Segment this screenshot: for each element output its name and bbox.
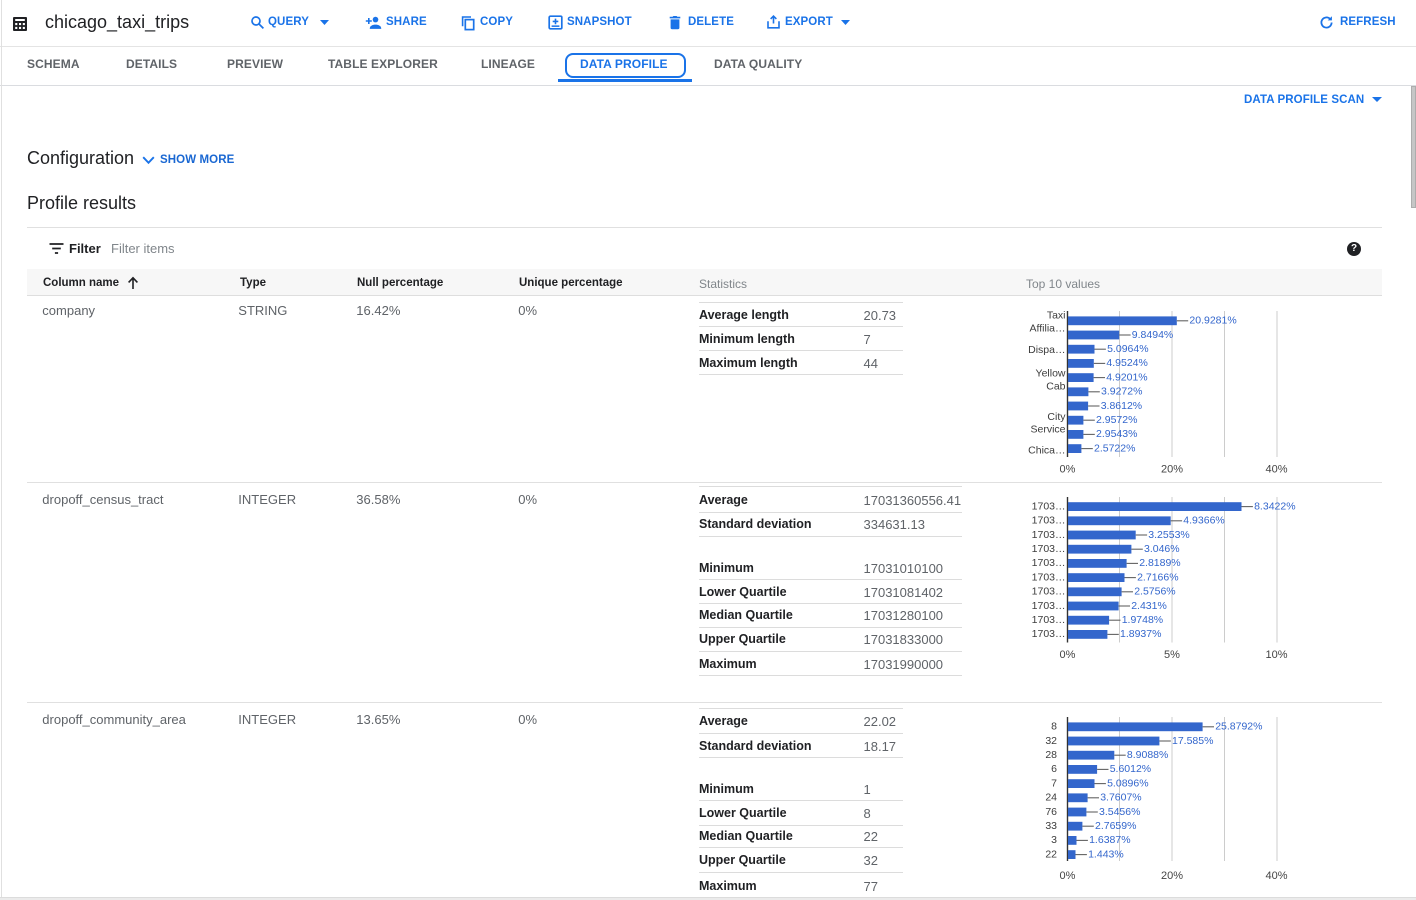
svg-text:20%: 20%	[1161, 870, 1183, 882]
svg-text:32: 32	[1045, 735, 1057, 747]
svg-text:5.0964%: 5.0964%	[1107, 343, 1148, 355]
svg-text:2.7659%: 2.7659%	[1095, 820, 1136, 832]
svg-text:17.585%: 17.585%	[1172, 735, 1213, 747]
svg-text:Dispa…: Dispa…	[1028, 344, 1065, 356]
svg-text:1703…: 1703…	[1032, 600, 1066, 612]
svg-text:1703…: 1703…	[1032, 543, 1066, 555]
svg-text:10%: 10%	[1265, 649, 1287, 661]
svg-text:3.5456%: 3.5456%	[1099, 806, 1140, 818]
svg-text:Affilia…: Affilia…	[1030, 323, 1066, 335]
svg-text:2.5722%: 2.5722%	[1094, 442, 1135, 454]
svg-text:1703…: 1703…	[1032, 500, 1066, 512]
svg-text:40%: 40%	[1265, 870, 1287, 882]
svg-text:1703…: 1703…	[1032, 614, 1066, 626]
svg-text:1.8937%: 1.8937%	[1120, 628, 1161, 640]
svg-text:2.431%: 2.431%	[1131, 600, 1167, 612]
svg-text:5.6012%: 5.6012%	[1110, 763, 1151, 775]
svg-text:1.9748%: 1.9748%	[1122, 614, 1163, 626]
svg-text:4.9524%: 4.9524%	[1106, 357, 1147, 369]
svg-text:7: 7	[1051, 777, 1057, 789]
svg-text:3.7607%: 3.7607%	[1100, 792, 1141, 804]
svg-text:1703…: 1703…	[1032, 515, 1066, 527]
svg-text:2.9572%: 2.9572%	[1096, 414, 1137, 426]
svg-text:25.8792%: 25.8792%	[1215, 721, 1262, 733]
svg-text:22: 22	[1045, 848, 1057, 860]
svg-text:0%: 0%	[1060, 464, 1076, 476]
svg-text:Chica…: Chica…	[1028, 444, 1065, 456]
svg-text:1703…: 1703…	[1032, 557, 1066, 569]
svg-text:2.7166%: 2.7166%	[1137, 571, 1178, 583]
svg-text:2.8189%: 2.8189%	[1139, 557, 1180, 569]
svg-text:0%: 0%	[1060, 649, 1076, 661]
svg-text:1703…: 1703…	[1032, 628, 1066, 640]
svg-text:3.8612%: 3.8612%	[1101, 400, 1142, 412]
svg-text:33: 33	[1045, 820, 1057, 832]
svg-text:1.443%: 1.443%	[1088, 848, 1124, 860]
svg-text:Cab: Cab	[1046, 380, 1065, 392]
svg-text:City: City	[1047, 411, 1066, 423]
svg-text:20%: 20%	[1161, 464, 1183, 476]
svg-text:3.046%: 3.046%	[1144, 543, 1180, 555]
svg-text:0%: 0%	[1060, 870, 1076, 882]
svg-text:2.9543%: 2.9543%	[1096, 428, 1137, 440]
svg-text:5%: 5%	[1164, 649, 1180, 661]
svg-text:Yellow: Yellow	[1036, 368, 1066, 380]
svg-text:8.3422%: 8.3422%	[1254, 500, 1295, 512]
svg-text:1703…: 1703…	[1032, 586, 1066, 598]
svg-text:1703…: 1703…	[1032, 571, 1066, 583]
svg-text:28: 28	[1045, 749, 1057, 761]
svg-text:20.9281%: 20.9281%	[1189, 315, 1236, 327]
svg-text:24: 24	[1045, 792, 1057, 804]
svg-text:1.6387%: 1.6387%	[1089, 834, 1130, 846]
svg-text:Taxi: Taxi	[1047, 310, 1066, 322]
svg-text:8.9088%: 8.9088%	[1127, 749, 1168, 761]
svg-text:4.9366%: 4.9366%	[1183, 515, 1224, 527]
svg-text:76: 76	[1045, 806, 1057, 818]
svg-text:9.8494%: 9.8494%	[1132, 329, 1173, 341]
svg-text:8: 8	[1051, 721, 1057, 733]
svg-text:1703…: 1703…	[1032, 529, 1066, 541]
svg-text:Service: Service	[1030, 424, 1065, 436]
svg-text:5.0896%: 5.0896%	[1107, 777, 1148, 789]
svg-text:4.9201%: 4.9201%	[1106, 371, 1147, 383]
svg-text:2.5756%: 2.5756%	[1134, 586, 1175, 598]
svg-text:3.2553%: 3.2553%	[1148, 529, 1189, 541]
svg-text:40%: 40%	[1265, 464, 1287, 476]
svg-text:3.9272%: 3.9272%	[1101, 386, 1142, 398]
svg-text:3: 3	[1051, 834, 1057, 846]
svg-text:6: 6	[1051, 763, 1057, 775]
